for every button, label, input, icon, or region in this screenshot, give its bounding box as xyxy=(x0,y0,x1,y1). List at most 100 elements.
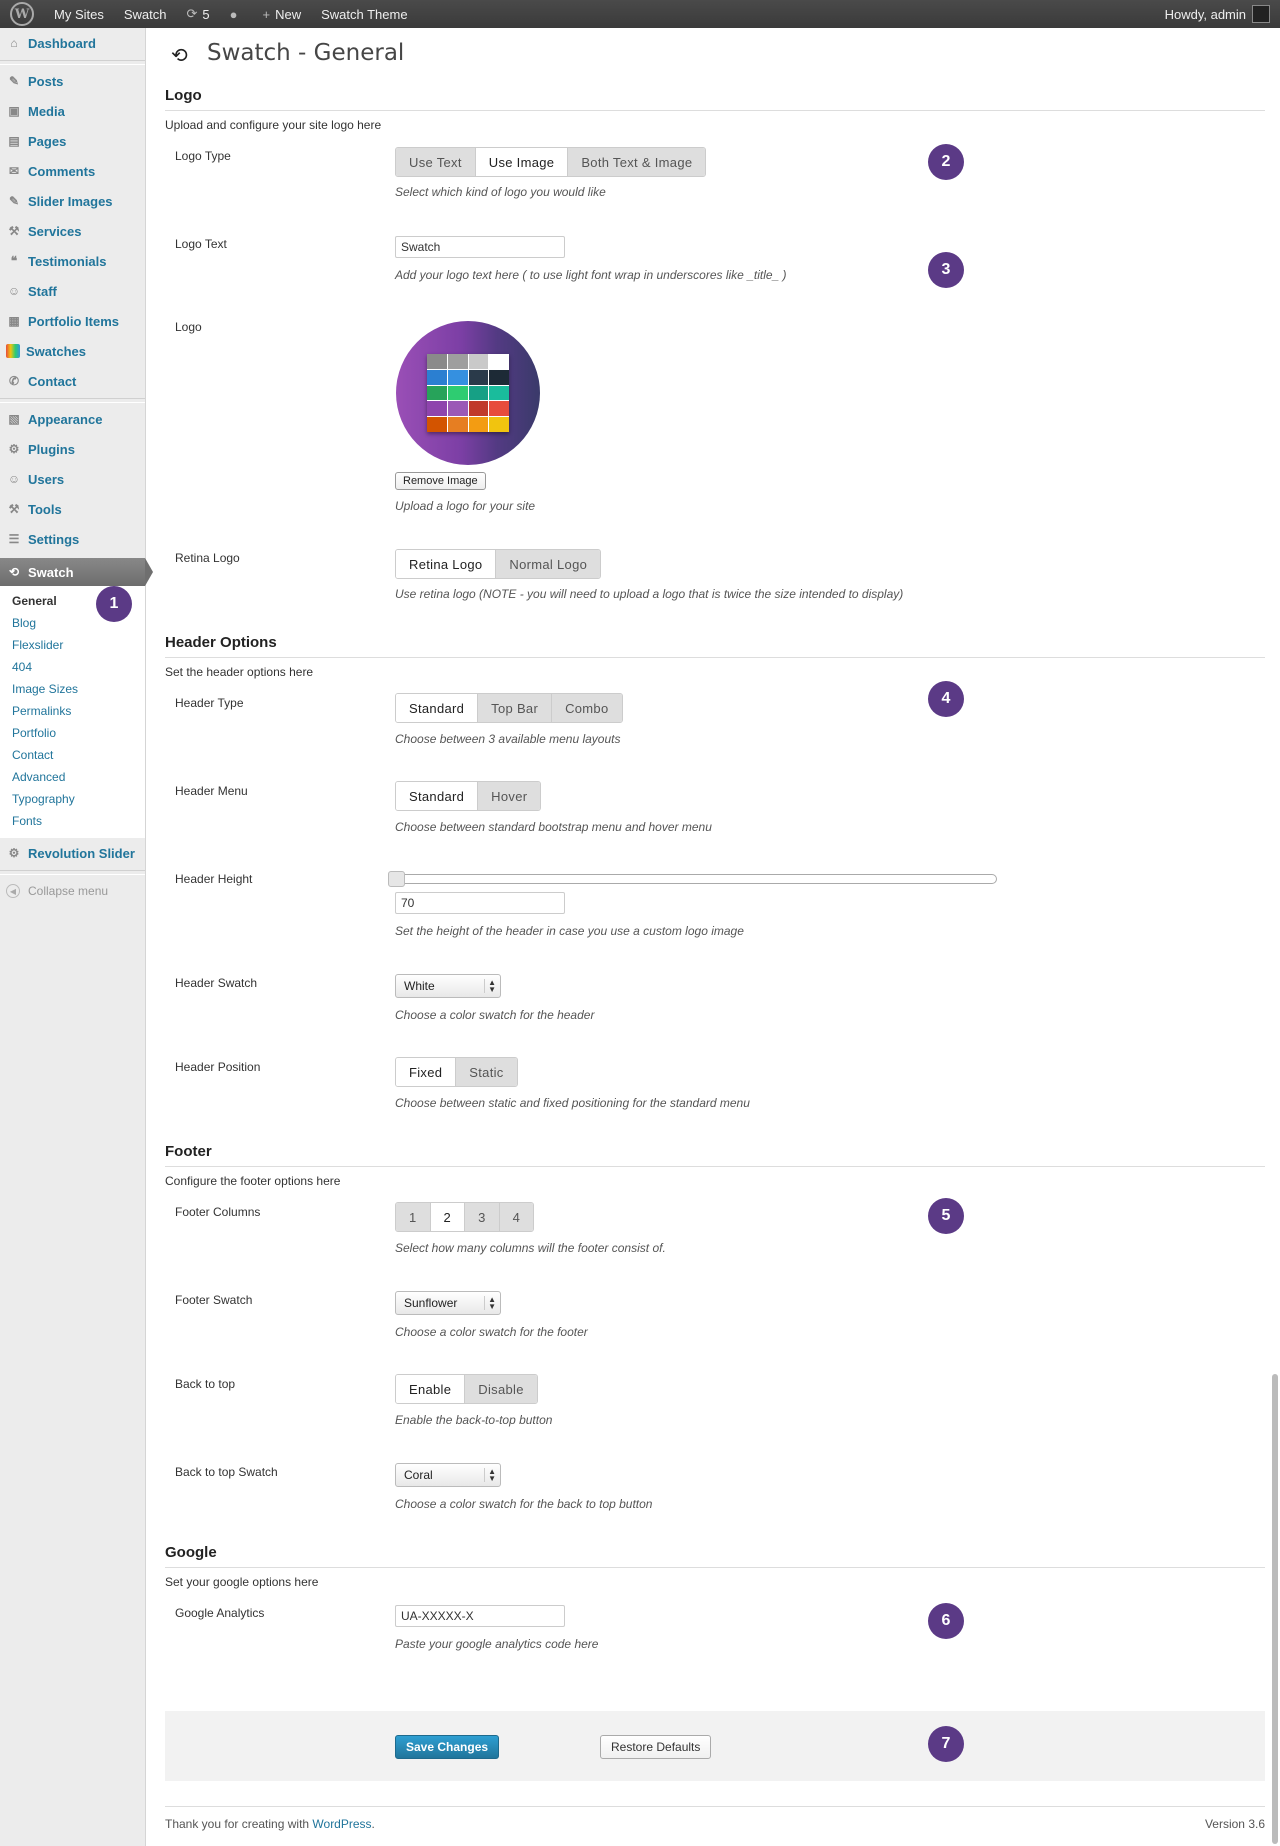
google-analytics-input[interactable]: UA-XXXXX-X xyxy=(395,1605,565,1627)
header-type-help: Choose between 3 available menu layouts xyxy=(395,732,621,746)
toggle-option-standard[interactable]: Standard xyxy=(396,694,479,722)
swatch-logo-icon: ⟲ xyxy=(171,43,188,67)
sidebar-item-pages[interactable]: ▤ Pages xyxy=(0,126,145,156)
toggle-option-top-bar[interactable]: Top Bar xyxy=(478,694,553,722)
wp-logo-menu[interactable]: W xyxy=(0,0,44,28)
logo-swatch-cell xyxy=(427,354,447,369)
footer-section-desc: Configure the footer options here xyxy=(165,1174,341,1188)
sidebar-item-dashboard[interactable]: ⌂ Dashboard xyxy=(0,28,145,58)
submenu-item-fonts[interactable]: Fonts xyxy=(0,810,145,832)
sidebar-item-posts[interactable]: ✎ Posts xyxy=(0,66,145,96)
collapse-menu-button[interactable]: ◀ Collapse menu xyxy=(0,876,145,906)
updates-menu[interactable]: ⟳ 5 xyxy=(176,0,219,28)
sidebar-item-users[interactable]: ☺ Users xyxy=(0,464,145,494)
header-swatch-select[interactable]: White ▲ ▼ xyxy=(395,974,501,998)
header-height-input[interactable]: 70 xyxy=(395,892,565,914)
retina-logo-help: Use retina logo (NOTE - you will need to… xyxy=(395,587,904,601)
toggle-option-2[interactable]: 2 xyxy=(430,1203,466,1231)
logo-preview-image xyxy=(396,321,540,465)
back-to-top-toggle: Enable Disable xyxy=(395,1374,538,1404)
account-menu[interactable]: Howdy, admin xyxy=(1155,0,1280,28)
submenu-item-advanced[interactable]: Advanced xyxy=(0,766,145,788)
scrollbar-thumb[interactable] xyxy=(1272,1374,1278,1844)
sidebar-item-label: Appearance xyxy=(28,411,103,427)
slider-handle[interactable] xyxy=(388,871,405,887)
sidebar-item-staff[interactable]: ☺ Staff xyxy=(0,276,145,306)
submenu-item-flexslider[interactable]: Flexslider xyxy=(0,634,145,656)
appearance-icon: ▧ xyxy=(8,412,20,426)
scrollbar[interactable] xyxy=(1270,1374,1280,1846)
toggle-option-fixed[interactable]: Fixed xyxy=(396,1058,457,1086)
submenu-item-portfolio[interactable]: Portfolio xyxy=(0,722,145,744)
header-height-label: Header Height xyxy=(175,872,253,886)
logo-type-help: Select which kind of logo you would like xyxy=(395,185,606,199)
toggle-option-use-image[interactable]: Use Image xyxy=(475,148,569,176)
media-icon: ▣ xyxy=(8,104,20,118)
toggle-option-combo[interactable]: Combo xyxy=(552,694,622,722)
sidebar-item-services[interactable]: ⚒ Services xyxy=(0,216,145,246)
submenu-item-image-sizes[interactable]: Image Sizes xyxy=(0,678,145,700)
back-to-top-swatch-value: Coral xyxy=(404,1468,433,1482)
sidebar-item-label: Users xyxy=(28,471,65,487)
footer-columns-label: Footer Columns xyxy=(175,1205,261,1219)
submenu-item-permalinks[interactable]: Permalinks xyxy=(0,700,145,722)
toggle-option-1[interactable]: 1 xyxy=(396,1203,431,1231)
sidebar-item-tools[interactable]: ⚒ Tools xyxy=(0,494,145,524)
sidebar-item-label: Swatches xyxy=(26,343,86,359)
sidebar-item-label: Portfolio Items xyxy=(28,313,120,329)
toggle-option-enable[interactable]: Enable xyxy=(396,1375,466,1403)
footer-swatch-select[interactable]: Sunflower ▲ ▼ xyxy=(395,1291,501,1315)
sidebar-item-plugins[interactable]: ⚙ Plugins xyxy=(0,434,145,464)
pin-icon: ✎ xyxy=(8,74,20,88)
submenu-item-contact[interactable]: Contact xyxy=(0,744,145,766)
callout-badge-4: 4 xyxy=(928,681,964,717)
gear-icon: ⚙ xyxy=(8,846,20,860)
submenu-item-404[interactable]: 404 xyxy=(0,656,145,678)
sidebar-item-label: Dashboard xyxy=(28,35,96,51)
sidebar-item-swatch[interactable]: ⟲ Swatch xyxy=(0,558,153,586)
toggle-option-disable[interactable]: Disable xyxy=(465,1375,537,1403)
pages-icon: ▤ xyxy=(8,134,20,148)
select-arrows-icon: ▲ ▼ xyxy=(484,1296,496,1311)
admin-footer: Thank you for creating with WordPress. V… xyxy=(165,1806,1265,1831)
my-sites-menu[interactable]: My Sites xyxy=(44,0,114,28)
save-changes-button[interactable]: Save Changes xyxy=(395,1735,500,1759)
toggle-option-4[interactable]: 4 xyxy=(499,1203,534,1231)
toggle-option-standard[interactable]: Standard xyxy=(396,782,479,810)
sidebar-item-contact[interactable]: ✆ Contact xyxy=(0,366,145,396)
comments-menu[interactable]: ● xyxy=(220,0,253,28)
toggle-option-use-text[interactable]: Use Text xyxy=(396,148,476,176)
toggle-option-hover[interactable]: Hover xyxy=(478,782,541,810)
new-content-menu[interactable]: + New xyxy=(252,0,311,28)
swatch-icon: ■ xyxy=(6,344,20,358)
header-height-slider[interactable] xyxy=(388,871,997,887)
toggle-option-3[interactable]: 3 xyxy=(465,1203,500,1231)
theme-menu[interactable]: Swatch Theme xyxy=(311,0,417,28)
logo-type-toggle: Use Text Use Image Both Text & Image xyxy=(395,147,707,177)
sidebar-item-swatches[interactable]: ■ Swatches xyxy=(0,336,145,366)
logo-text-input[interactable]: Swatch xyxy=(395,236,565,258)
wordpress-link[interactable]: WordPress xyxy=(312,1817,371,1831)
sidebar-item-comments[interactable]: ✉ Comments xyxy=(0,156,145,186)
sidebar-item-label: Tools xyxy=(28,501,62,517)
logo-help: Upload a logo for your site xyxy=(395,499,536,513)
sidebar-item-slider-images[interactable]: ✎ Slider Images xyxy=(0,186,145,216)
admin-sidebar: ⌂ Dashboard ✎ Posts ▣ Media ▤ Pages ✉ Comments ✎ Sl… xyxy=(0,28,153,1846)
sidebar-item-testimonials[interactable]: ❝ Testimonials xyxy=(0,246,145,276)
toggle-option-retina-logo[interactable]: Retina Logo xyxy=(396,550,497,578)
remove-image-button[interactable]: Remove Image xyxy=(395,472,486,490)
toggle-option-static[interactable]: Static xyxy=(456,1058,517,1086)
site-name-menu[interactable]: Swatch xyxy=(114,0,177,28)
toggle-option-both-text-image[interactable]: Both Text & Image xyxy=(568,148,706,176)
sidebar-item-settings[interactable]: ☰ Settings xyxy=(0,524,145,554)
submenu-item-typography[interactable]: Typography xyxy=(0,788,145,810)
sidebar-item-portfolio-items[interactable]: ▦ Portfolio Items xyxy=(0,306,145,336)
sidebar-item-media[interactable]: ▣ Media xyxy=(0,96,145,126)
sidebar-item-appearance[interactable]: ▧ Appearance xyxy=(0,404,145,434)
restore-defaults-button[interactable]: Restore Defaults xyxy=(600,1735,712,1759)
back-to-top-swatch-select[interactable]: Coral ▲ ▼ xyxy=(395,1463,501,1487)
toggle-option-normal-logo[interactable]: Normal Logo xyxy=(496,550,601,578)
sidebar-item-revolution-slider[interactable]: ⚙ Revolution Slider xyxy=(0,838,145,868)
new-label: New xyxy=(275,6,302,22)
sidebar-item-label: Staff xyxy=(28,283,57,299)
